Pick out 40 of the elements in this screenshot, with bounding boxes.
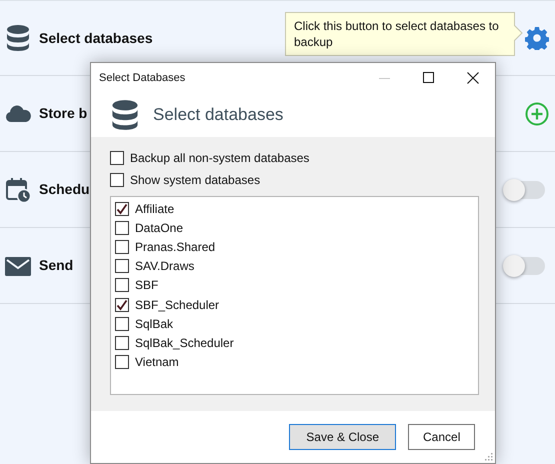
checkbox-label: SAV.Draws <box>135 258 194 276</box>
checkbox[interactable] <box>115 298 129 312</box>
database-icon <box>4 24 32 52</box>
checkbox-label: SBF <box>135 277 158 294</box>
row-label: Send <box>39 256 74 275</box>
row-label: Select databases <box>39 28 153 48</box>
checkbox[interactable] <box>115 259 129 274</box>
toggle-switch[interactable] <box>505 256 545 274</box>
maximize-icon[interactable] <box>423 72 435 84</box>
checkbox[interactable] <box>115 202 129 216</box>
checkbox[interactable] <box>110 173 124 187</box>
checkbox-label: Show system databases <box>130 172 260 189</box>
checkbox[interactable] <box>115 355 129 370</box>
row-label: Schedu <box>39 180 90 199</box>
checkbox[interactable] <box>115 278 129 292</box>
row-label: Store b <box>39 104 88 123</box>
checkbox-label: Affiliate <box>135 200 174 218</box>
checkbox-label: DataOne <box>135 220 184 237</box>
tooltip-pointer <box>514 25 523 41</box>
checkbox-label: SqlBak <box>135 316 174 333</box>
checkbox[interactable] <box>115 336 129 350</box>
calendar-clock-icon <box>4 176 32 204</box>
save-button[interactable]: Save & Close <box>289 424 396 450</box>
dialog-heading: Select databases <box>153 104 284 126</box>
dialog-title: Select Databases <box>99 70 186 86</box>
resize-grip <box>484 452 493 461</box>
tooltip: Click this button to select databases to backup <box>285 12 515 56</box>
checkbox-label: SqlBak_Scheduler <box>135 334 234 352</box>
checkbox-label: Backup all non-system databases <box>130 150 310 167</box>
checkbox-label: SBF_Scheduler <box>135 296 220 314</box>
checkbox[interactable] <box>110 151 124 165</box>
checkbox[interactable] <box>115 220 129 235</box>
checkbox[interactable] <box>115 240 129 254</box>
cancel-button[interactable]: Cancel <box>408 424 475 450</box>
settings-icon[interactable] <box>525 26 549 50</box>
checkbox[interactable] <box>115 316 129 331</box>
close-icon[interactable] <box>467 72 479 84</box>
checkbox-label: Vietnam <box>135 354 179 372</box>
checkbox-label: Pranas.Shared <box>135 238 216 256</box>
toggle-switch[interactable] <box>505 180 545 198</box>
